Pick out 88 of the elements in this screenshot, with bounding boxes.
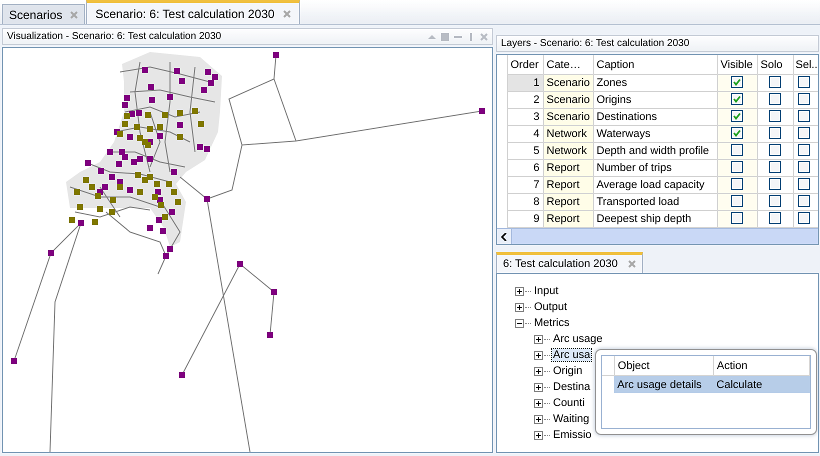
expand-icon[interactable] (534, 430, 543, 440)
expand-icon[interactable] (534, 414, 543, 424)
checkbox[interactable] (769, 160, 781, 172)
checkbox[interactable] (769, 110, 781, 122)
checkbox[interactable] (731, 126, 743, 138)
category-cell: Report (543, 194, 593, 210)
checkbox[interactable] (798, 110, 810, 122)
caption-cell: Depth and width profile (593, 142, 717, 160)
order-cell: 2 (507, 92, 543, 108)
collapse-icon[interactable] (515, 318, 524, 328)
expand-icon[interactable] (534, 334, 543, 344)
tree-item[interactable]: Metrics (532, 316, 572, 330)
order-cell: 3 (507, 108, 543, 126)
category-cell: Report (543, 176, 593, 194)
checkbox[interactable] (798, 144, 810, 156)
checkbox[interactable] (798, 194, 810, 206)
caption-cell: Number of trips (593, 160, 717, 176)
expand-icon[interactable] (534, 366, 543, 376)
order-cell: 5 (507, 142, 543, 160)
order-cell: 4 (507, 126, 543, 142)
column-header[interactable]: Sel.. (793, 55, 818, 74)
tree-item[interactable]: Arc usa (551, 348, 592, 362)
expand-icon[interactable] (534, 350, 543, 360)
column-header[interactable]: Cate… (543, 55, 593, 74)
category-cell: Scenario (543, 92, 593, 108)
caption-cell: Average load capacity (593, 176, 717, 194)
checkbox[interactable] (731, 178, 743, 190)
checkbox[interactable] (769, 76, 781, 88)
order-cell: 9 (507, 210, 543, 228)
tree-item[interactable]: Output (532, 300, 570, 314)
expand-icon[interactable] (515, 286, 524, 296)
checkbox[interactable] (731, 110, 743, 122)
caption-cell: Zones (593, 74, 717, 92)
checkbox[interactable] (769, 212, 781, 224)
scenario-tab[interactable]: Scenario: 6: Test calculation 2030 (86, 0, 300, 24)
checkbox[interactable] (769, 126, 781, 138)
object-cell[interactable]: Arc usage details (614, 376, 714, 393)
checkbox[interactable] (769, 92, 781, 104)
checkbox[interactable] (731, 212, 743, 224)
checkbox[interactable] (769, 178, 781, 190)
order-cell: 1 (507, 74, 543, 92)
category-cell: Report (543, 160, 593, 176)
order-cell: 8 (507, 194, 543, 210)
checkbox[interactable] (798, 212, 810, 224)
order-cell: 6 (507, 160, 543, 176)
checkbox[interactable] (798, 76, 810, 88)
column-header[interactable]: Solo (757, 55, 793, 74)
tree-item[interactable]: Waiting (551, 412, 592, 426)
category-cell: Network (543, 142, 593, 160)
action-cell[interactable]: Calculate (713, 376, 810, 393)
panel-title: Visualization - Scenario: 6: Test calculation 2030 (7, 31, 222, 42)
checkbox[interactable] (731, 194, 743, 206)
tree-item[interactable]: Input (532, 284, 560, 298)
checkbox[interactable] (731, 92, 743, 104)
checkbox[interactable] (798, 160, 810, 172)
panel-title: Layers - Scenario: 6: Test calculation 2030 (496, 35, 819, 52)
caption-cell: Transported load (593, 194, 717, 210)
caption-cell: Waterways (593, 126, 717, 142)
checkbox[interactable] (798, 126, 810, 138)
checkbox[interactable] (769, 194, 781, 206)
column-header[interactable]: Visible (717, 55, 757, 74)
checkbox[interactable] (769, 144, 781, 156)
caption-cell: Origins (593, 92, 717, 108)
expand-icon[interactable] (534, 382, 543, 392)
tree-item[interactable]: Destina (551, 380, 592, 394)
scroll-left-icon[interactable] (501, 232, 507, 240)
scenario-tab[interactable]: Scenarios (2, 4, 86, 24)
checkbox[interactable] (798, 92, 810, 104)
column-header[interactable]: Caption (593, 55, 717, 74)
tree-item[interactable]: Arc usage (551, 332, 605, 346)
tree-item[interactable]: Emissio (551, 428, 594, 442)
expand-icon[interactable] (534, 398, 543, 408)
checkbox[interactable] (731, 76, 743, 88)
order-cell: 7 (507, 176, 543, 194)
tree-item[interactable]: Origin (551, 364, 584, 378)
caption-cell: Destinations (593, 108, 717, 126)
category-cell: Scenario (543, 74, 593, 92)
column-header[interactable]: Order (507, 55, 543, 74)
category-cell: Scenario (543, 108, 593, 126)
expand-icon[interactable] (515, 302, 524, 312)
checkbox[interactable] (731, 160, 743, 172)
category-cell: Report (543, 210, 593, 228)
tree-item[interactable]: Counti (551, 396, 587, 410)
checkbox[interactable] (731, 144, 743, 156)
horizontal-scrollbar[interactable] (497, 228, 818, 244)
category-cell: Network (543, 126, 593, 142)
details-tab[interactable]: 6: Test calculation 2030 (496, 252, 643, 273)
checkbox[interactable] (798, 178, 810, 190)
